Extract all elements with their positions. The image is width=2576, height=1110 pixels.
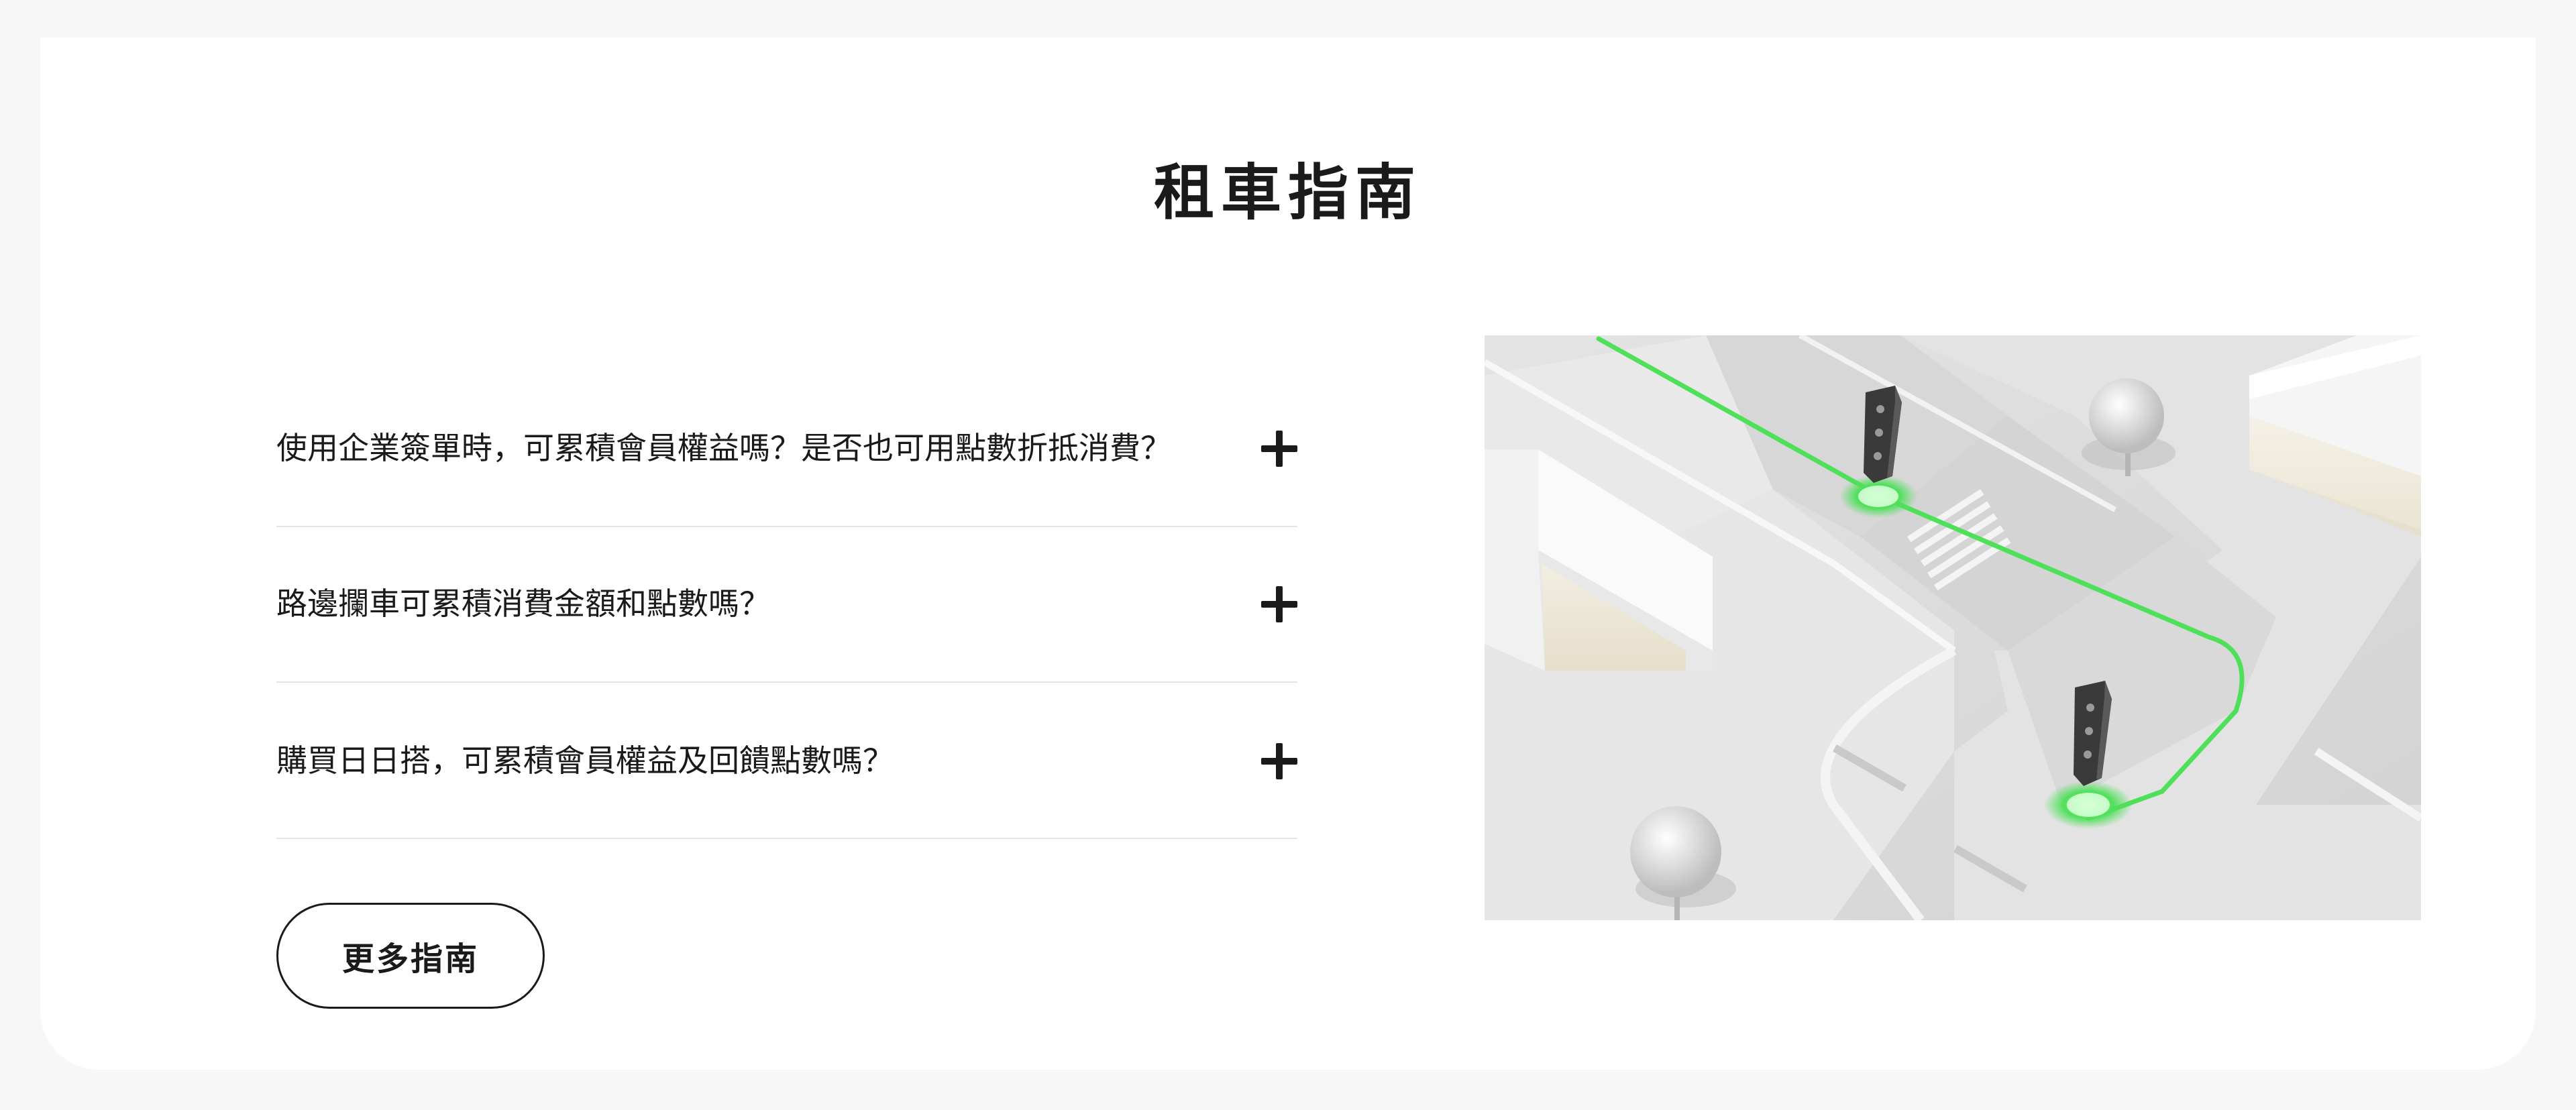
faq-item[interactable]: 購買日日搭，可累積會員權益及回饋點數嗎？ <box>276 683 1297 839</box>
faq-question: 購買日日搭，可累積會員權益及回饋點數嗎？ <box>276 742 894 779</box>
faq-item[interactable]: 使用企業簽單時，可累積會員權益嗎？是否也可用點數折抵消費？ <box>276 373 1297 527</box>
rental-guide-card: 租車指南 使用企業簽單時，可累積會員權益嗎？是否也可用點數折抵消費？ 路邊攔車可… <box>40 38 2536 1070</box>
faq-question: 路邊攔車可累積消費金額和點數嗎？ <box>276 586 770 622</box>
plus-icon[interactable] <box>1261 431 1297 467</box>
faq-question: 使用企業簽單時，可累積會員權益嗎？是否也可用點數折抵消費？ <box>276 430 1171 466</box>
faq-item[interactable]: 路邊攔車可累積消費金額和點數嗎？ <box>276 527 1297 683</box>
faq-list: 使用企業簽單時，可累積會員權益嗎？是否也可用點數折抵消費？ 路邊攔車可累積消費金… <box>276 373 1297 839</box>
plus-icon[interactable] <box>1261 743 1297 779</box>
section-title: 租車指南 <box>1154 158 1422 228</box>
plus-icon[interactable] <box>1261 586 1297 622</box>
more-guides-button[interactable]: 更多指南 <box>276 903 545 1009</box>
city-route-illustration <box>1485 335 2421 920</box>
